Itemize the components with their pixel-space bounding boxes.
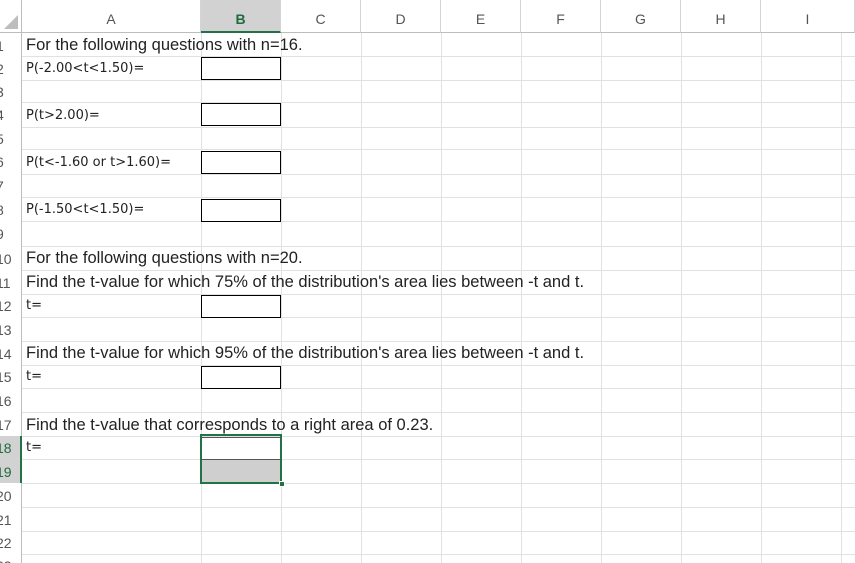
column-header-f[interactable]: F — [521, 0, 601, 33]
column-header-b[interactable]: B — [201, 0, 281, 33]
cell-a1[interactable]: For the following questions with n=16. — [26, 36, 303, 55]
row-header-4[interactable]: 4 — [0, 102, 22, 127]
gridline — [22, 317, 855, 318]
gridline — [22, 507, 855, 508]
row-header-15[interactable]: 15 — [0, 365, 22, 388]
answer-input-b12[interactable] — [201, 295, 281, 318]
gridline — [22, 341, 855, 342]
row-header-17[interactable]: 17 — [0, 412, 22, 436]
column-header-c[interactable]: C — [281, 0, 361, 33]
cell-a12[interactable]: t= — [26, 298, 42, 313]
cell-a8[interactable]: P(-1.50<t<1.50)= — [26, 202, 144, 217]
gridline — [22, 388, 855, 389]
answer-input-b6[interactable] — [201, 151, 281, 174]
row-header-12[interactable]: 12 — [0, 294, 22, 317]
row-header-23[interactable]: 23 — [0, 554, 22, 563]
gridline — [22, 554, 855, 555]
answer-input-b15[interactable] — [201, 366, 281, 389]
gridline — [22, 412, 855, 413]
row-header-2[interactable]: 2 — [0, 56, 22, 80]
gridline — [22, 459, 855, 460]
cell-a2[interactable]: P(-2.00<t<1.50)= — [26, 61, 144, 76]
cell-a4[interactable]: P(t>2.00)= — [26, 108, 100, 123]
row-header-9[interactable]: 9 — [0, 221, 22, 246]
gridline — [22, 270, 855, 271]
selection-border — [200, 434, 282, 484]
gridline — [22, 149, 855, 150]
row-header-5[interactable]: 5 — [0, 127, 22, 149]
cell-a17[interactable]: Find the t-value that corresponds to a r… — [26, 416, 433, 435]
row-header-7[interactable]: 7 — [0, 174, 22, 197]
row-header-21[interactable]: 21 — [0, 507, 22, 531]
row-header-6[interactable]: 6 — [0, 149, 22, 174]
row-header-16[interactable]: 16 — [0, 388, 22, 412]
column-header-i[interactable]: I — [761, 0, 855, 33]
gridline — [22, 294, 855, 295]
gridline — [22, 531, 855, 532]
row-header-22[interactable]: 22 — [0, 531, 22, 554]
row-header-3[interactable]: 3 — [0, 80, 22, 102]
column-header-e[interactable]: E — [441, 0, 521, 33]
gridline — [22, 56, 855, 57]
gridline — [22, 80, 855, 81]
row-header-1[interactable]: 1 — [0, 33, 22, 56]
row-header-10[interactable]: 10 — [0, 246, 22, 270]
gridline — [22, 365, 855, 366]
row-header-13[interactable]: 13 — [0, 317, 22, 341]
cell-a10[interactable]: For the following questions with n=20. — [26, 249, 303, 268]
column-header-a[interactable]: A — [22, 0, 201, 33]
answer-input-b4[interactable] — [201, 103, 281, 126]
cell-a15[interactable]: t= — [26, 369, 42, 384]
answer-input-b2[interactable] — [201, 57, 281, 80]
row-header-19[interactable]: 19 — [0, 459, 22, 483]
row-header-11[interactable]: 11 — [0, 270, 22, 294]
gridline — [22, 174, 855, 175]
cell-a14[interactable]: Find the t-value for which 95% of the di… — [26, 344, 584, 363]
column-header-h[interactable]: H — [681, 0, 761, 33]
column-header-g[interactable]: G — [601, 0, 681, 33]
row-header-14[interactable]: 14 — [0, 341, 22, 365]
gridline — [22, 246, 855, 247]
fill-handle[interactable] — [279, 481, 285, 487]
gridline — [22, 483, 855, 484]
gridline — [22, 127, 855, 128]
select-all-triangle-icon — [4, 15, 18, 29]
row-header-8[interactable]: 8 — [0, 197, 22, 221]
gridline — [22, 197, 855, 198]
gridline — [22, 221, 855, 222]
cell-a6[interactable]: P(t<-1.60 or t>1.60)= — [26, 155, 171, 170]
cell-a11[interactable]: Find the t-value for which 75% of the di… — [26, 273, 584, 292]
cell-a18[interactable]: t= — [26, 440, 42, 455]
row-header-20[interactable]: 20 — [0, 483, 22, 507]
spreadsheet-grid[interactable]: A B C D E F G H I 1 2 3 4 5 6 7 8 9 10 1… — [0, 0, 855, 563]
gridline — [22, 102, 855, 103]
gridline — [22, 436, 855, 437]
row-header-18[interactable]: 18 — [0, 436, 22, 459]
select-all-corner[interactable] — [0, 0, 22, 33]
column-header-d[interactable]: D — [361, 0, 441, 33]
answer-input-b8[interactable] — [201, 199, 281, 222]
